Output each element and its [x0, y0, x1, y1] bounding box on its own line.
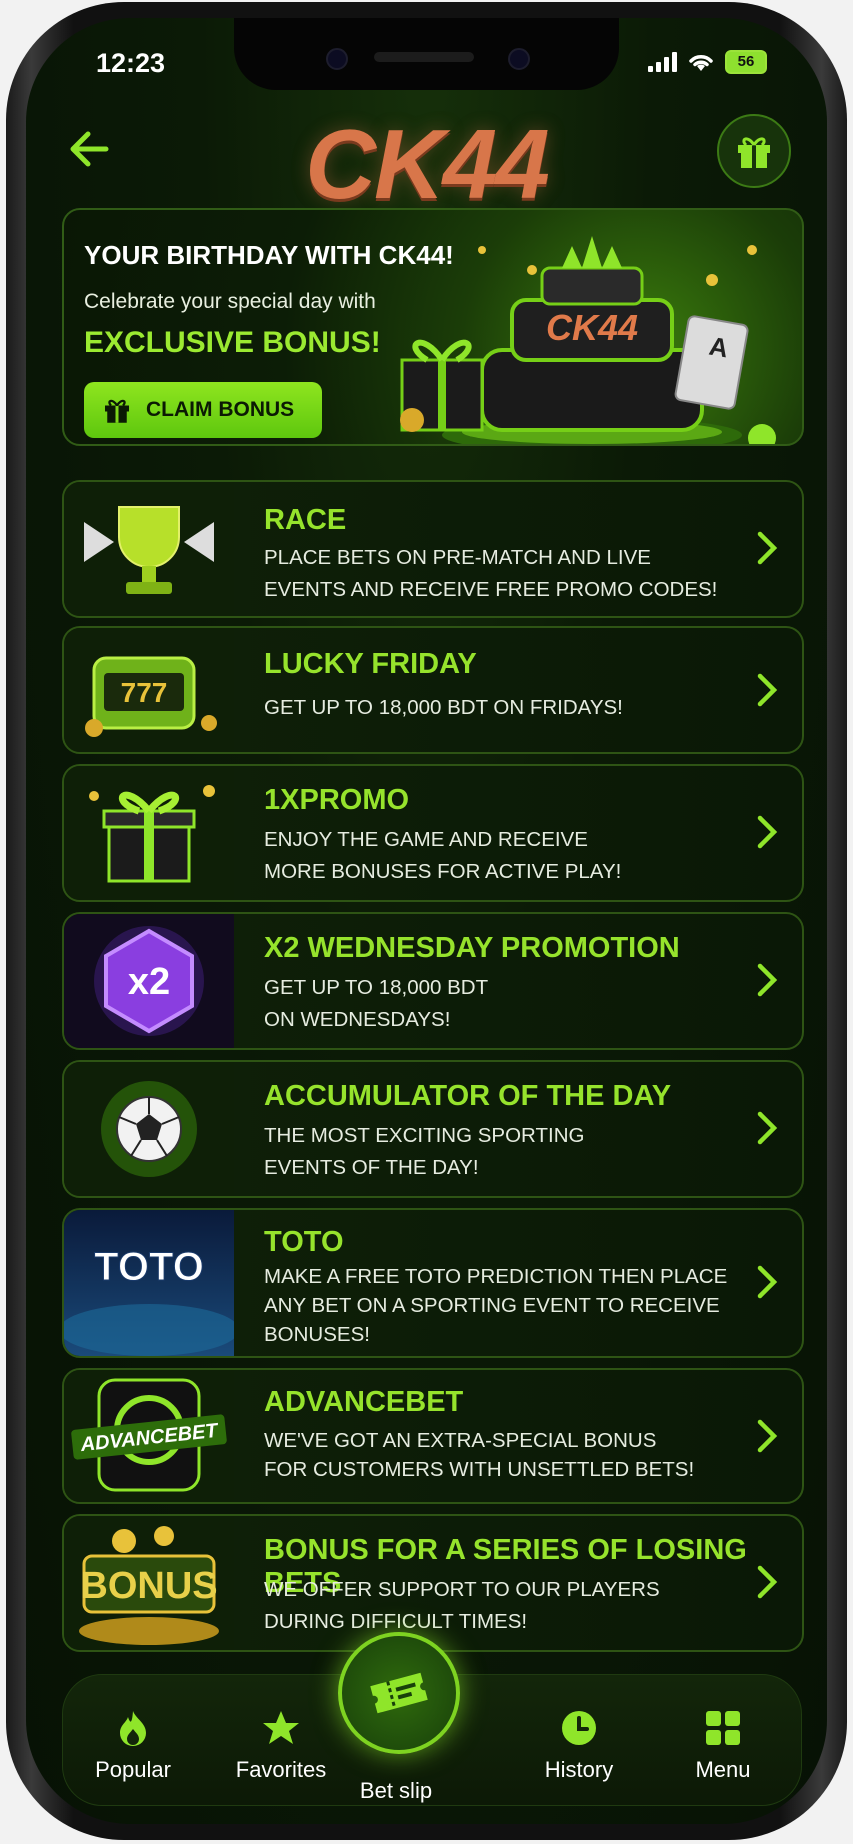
promo-losing-bets-bonus[interactable]: BONUS BONUS FOR A SERIES OF LOSING BETS … [62, 1514, 804, 1652]
promo-description-line1: WE OFFER SUPPORT TO OUR PLAYERS [264, 1578, 660, 1601]
promo-race[interactable]: RACE PLACE BETS ON PRE-MATCH AND LIVE EV… [62, 480, 804, 618]
brand-logo: CK44 [305, 109, 550, 219]
advancebet-icon: ADVANCEBET [64, 1370, 234, 1502]
wifi-icon [689, 55, 713, 71]
promo-description-line2: EVENTS OF THE DAY! [264, 1156, 479, 1179]
trophy-icon [64, 482, 234, 616]
nav-popular-label: Popular [95, 1757, 171, 1782]
promo-accumulator[interactable]: ACCUMULATOR OF THE DAY THE MOST EXCITING… [62, 1060, 804, 1198]
promo-lucky-friday[interactable]: 777 LUCKY FRIDAY GET UP TO 18,000 BDT ON… [62, 626, 804, 754]
promo-description-line2: MORE BONUSES FOR ACTIVE PLAY! [264, 860, 622, 883]
status-time: 12:23 [96, 48, 166, 78]
bet-slip-button[interactable] [338, 1632, 460, 1754]
promo-advancebet[interactable]: ADVANCEBET ADVANCEBET WE'VE GOT AN EXTRA… [62, 1368, 804, 1504]
bet-slip-label: Bet slip [359, 1778, 433, 1803]
chevron-right-icon [757, 1419, 778, 1453]
claim-bonus-button[interactable]: CLAIM BONUS [84, 382, 322, 438]
app-screen: 12:23 56 CK44 YOUR BIRTHDAY WITH CK44! C… [26, 18, 827, 1824]
chevron-right-icon [757, 815, 778, 849]
promo-title: RACE [264, 504, 347, 536]
chevron-right-icon [757, 1111, 778, 1145]
banner-bonus: EXCLUSIVE BONUS! [84, 326, 381, 359]
birthday-cake-icon: CK44 A [400, 236, 776, 444]
nav-menu[interactable]: Menu [663, 1675, 783, 1783]
chevron-right-icon [757, 1565, 778, 1599]
promo-description-line2: ANY BET ON A SPORTING EVENT TO RECEIVE [264, 1294, 720, 1317]
bonus-label: BONUS [80, 1565, 217, 1607]
soccer-ball-icon [64, 1062, 234, 1196]
promo-x2-wednesday[interactable]: x2 X2 WEDNESDAY PROMOTION GET UP TO 18,0… [62, 912, 804, 1050]
nav-favorites[interactable]: Favorites [221, 1675, 341, 1783]
promo-description-line2: EVENTS AND RECEIVE FREE PROMO CODES! [264, 578, 718, 601]
nav-history[interactable]: History [519, 1675, 639, 1783]
promo-description-line1: GET UP TO 18,000 BDT [264, 976, 489, 999]
camera-icon [508, 48, 530, 70]
promo-description-line1: THE MOST EXCITING SPORTING [264, 1124, 585, 1147]
promo-title: TOTO [264, 1226, 344, 1258]
promo-description-line3: BONUSES! [264, 1323, 370, 1346]
claim-bonus-label: CLAIM BONUS [146, 398, 295, 421]
slot-machine-icon: 777 [64, 628, 234, 752]
promo-toto[interactable]: TOTO TOTO MAKE A FREE TOTO PREDICTION TH… [62, 1208, 804, 1358]
chevron-right-icon [757, 1265, 778, 1299]
promo-title: LUCKY FRIDAY [264, 648, 477, 680]
gift-box-icon [64, 766, 234, 900]
toto-icon: TOTO [64, 1210, 234, 1356]
nav-favorites-label: Favorites [235, 1757, 327, 1782]
promo-description-line1: PLACE BETS ON PRE-MATCH AND LIVE [264, 546, 651, 569]
gift-icon [105, 399, 129, 423]
nav-history-label: History [544, 1757, 614, 1782]
cake-logo: CK44 [546, 307, 638, 348]
nav-popular[interactable]: Popular [73, 1675, 193, 1783]
promo-title: ACCUMULATOR OF THE DAY [264, 1080, 672, 1112]
battery-icon: 56 [725, 50, 767, 74]
slot-reels: 777 [121, 677, 168, 708]
promo-description-line2: ON WEDNESDAYS! [264, 1008, 451, 1031]
promo-title: ADVANCEBET [264, 1386, 464, 1418]
signal-icon [648, 52, 677, 72]
birthday-banner[interactable]: YOUR BIRTHDAY WITH CK44! Celebrate your … [62, 208, 804, 446]
star-icon [263, 1711, 299, 1744]
x2-label: x2 [128, 961, 170, 1003]
promo-description-line2: FOR CUSTOMERS WITH UNSETTLED BETS! [264, 1458, 695, 1481]
sensor-icon [326, 48, 348, 70]
clock-icon [562, 1711, 596, 1745]
phone-frame: 12:23 56 CK44 YOUR BIRTHDAY WITH CK44! C… [6, 2, 847, 1840]
bonus-coins-icon: BONUS [64, 1516, 234, 1650]
promo-description-line1: ENJOY THE GAME AND RECEIVE [264, 828, 588, 851]
promo-title: X2 WEDNESDAY PROMOTION [264, 932, 680, 964]
toto-label: TOTO [94, 1245, 204, 1289]
promo-1xpromo[interactable]: 1XPROMO ENJOY THE GAME AND RECEIVE MORE … [62, 764, 804, 902]
promo-description-line1: MAKE A FREE TOTO PREDICTION THEN PLACE [264, 1265, 728, 1288]
nav-menu-label: Menu [695, 1757, 751, 1782]
x2-badge-icon: x2 [64, 914, 234, 1048]
chevron-right-icon [757, 673, 778, 707]
promo-description-line1: WE'VE GOT AN EXTRA-SPECIAL BONUS [264, 1429, 657, 1452]
promo-description-line1: GET UP TO 18,000 BDT ON FRIDAYS! [264, 696, 623, 719]
flame-icon [120, 1711, 146, 1746]
ticket-icon [370, 1672, 428, 1714]
notch [234, 18, 619, 90]
status-icons: 56 [648, 50, 767, 74]
gift-icon [738, 137, 770, 168]
banner-subtitle: Celebrate your special day with [84, 290, 376, 313]
gift-button[interactable] [717, 114, 791, 188]
chevron-right-icon [757, 963, 778, 997]
grid-menu-icon [706, 1711, 740, 1745]
promo-title: 1XPROMO [264, 784, 410, 816]
speaker [374, 52, 474, 62]
chevron-right-icon [757, 531, 778, 565]
